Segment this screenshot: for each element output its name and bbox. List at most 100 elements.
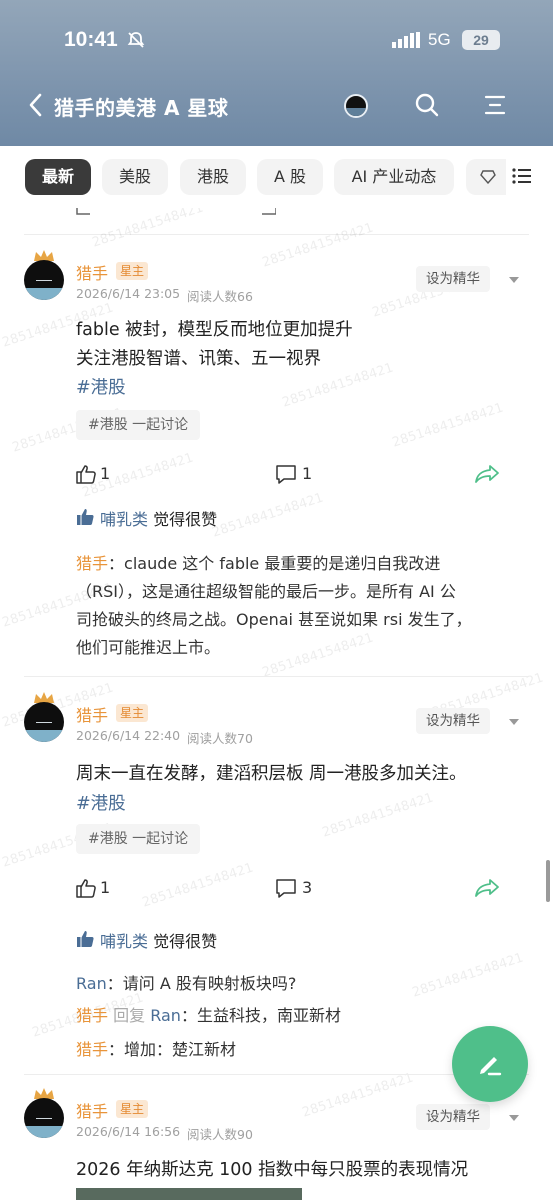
comment-text: claude 这个 fable 最重要的是递归自我改进 — [124, 554, 441, 573]
tab-us-stocks[interactable]: 美股 — [102, 159, 168, 195]
chevron-down-icon[interactable] — [508, 276, 520, 284]
tab-latest[interactable]: 最新 — [25, 159, 91, 195]
comment-text: 生益科技，南亚新材 — [196, 1006, 341, 1025]
comment-text: 请问 A 股有映射板块吗? — [122, 974, 297, 993]
liked-suffix: 觉得很赞 — [153, 510, 218, 529]
topic-chip[interactable]: #港股 一起讨论 — [76, 824, 201, 854]
reply-label: 回复 — [113, 1006, 146, 1025]
signal-icon — [392, 32, 420, 48]
set-featured-button[interactable]: 设为精华 — [416, 1104, 490, 1130]
reply-target[interactable]: Ran — [150, 1006, 181, 1025]
read-count: 阅读人数90 — [187, 1127, 253, 1142]
comment-text-line: 司抢破头的终局之战。Openai 甚至说如果 rsi 发生了， — [76, 610, 472, 629]
post-text-line: 2026 年纳斯达克 100 指数中每只股票的表现情况 — [76, 1160, 469, 1180]
read-count: 阅读人数70 — [187, 731, 253, 746]
tab-hk-stocks[interactable]: 港股 — [180, 159, 246, 195]
liked-by-user[interactable]: 哺乳类 — [100, 510, 148, 529]
post-hashtag[interactable]: #港股 — [76, 374, 126, 399]
author-name[interactable]: 猎手 — [76, 1098, 108, 1122]
author-avatar[interactable] — [24, 260, 64, 300]
comment-line[interactable]: Ran：请问 A 股有映射板块吗? — [76, 970, 296, 994]
network-type: 5G — [428, 30, 451, 49]
read-count: 阅读人数66 — [187, 289, 253, 304]
group-avatar[interactable] — [344, 94, 368, 118]
topic-chip[interactable]: #港股 一起讨论 — [76, 410, 201, 440]
post-hashtag[interactable]: #港股 — [76, 790, 126, 815]
watermark: 28514841548421 — [210, 490, 326, 541]
watermark: 28514841548421 — [410, 950, 526, 1001]
liked-by-row: 哺乳类 觉得很赞 — [100, 506, 217, 530]
comment-count: 1 — [302, 464, 313, 483]
tab-a-shares[interactable]: A 股 — [257, 159, 323, 195]
page-title: 猎手的美港 A 星球 — [54, 96, 229, 120]
comment-author[interactable]: 猎手 — [76, 1006, 108, 1025]
comment-author[interactable]: 猎手 — [76, 1040, 108, 1059]
pencil-icon — [480, 1057, 502, 1076]
share-icon[interactable] — [474, 878, 500, 898]
comment-icon[interactable] — [275, 878, 297, 898]
set-featured-button[interactable]: 设为精华 — [416, 266, 490, 292]
top-bar: 10:41 5G 29 猎手的美港 A 星球 — [0, 0, 553, 146]
comment-sep: ： — [106, 974, 123, 993]
comment-text: 增加：楚江新材 — [124, 1040, 237, 1059]
post-text-line: 周末一直在发酵，建滔积层板 周一港股多加关注。 — [76, 764, 467, 784]
back-arrow-icon[interactable] — [26, 92, 46, 118]
owner-badge: 星主 — [116, 704, 149, 722]
chevron-down-icon[interactable] — [508, 718, 520, 726]
comment-line[interactable]: 猎手：增加：楚江新材 — [76, 1036, 236, 1060]
status-time: 10:41 — [64, 28, 118, 51]
category-tabs: 最新 美股 港股 A 股 AI 产业动态 — [0, 146, 553, 208]
search-icon[interactable] — [414, 92, 440, 118]
watermark: 28514841548421 — [260, 220, 376, 271]
chevron-down-icon[interactable] — [508, 1114, 520, 1122]
watermark: 28514841548421 — [320, 790, 436, 841]
divider — [24, 676, 529, 677]
liked-by-user[interactable]: 哺乳类 — [100, 932, 148, 951]
menu-icon[interactable] — [484, 94, 506, 116]
post-text-line: fable 被封，模型反而地位更加提升 — [76, 320, 353, 340]
liked-suffix: 觉得很赞 — [153, 932, 218, 951]
watermark: 28514841548421 — [140, 860, 256, 911]
comment-author[interactable]: Ran — [76, 974, 107, 993]
post-date: 2026/6/14 23:05 — [76, 286, 181, 301]
post-date: 2026/6/14 22:40 — [76, 728, 181, 743]
share-icon[interactable] — [474, 464, 500, 484]
post-text-line: 关注港股智谱、讯策、五一视界 — [76, 349, 321, 369]
diamond-icon — [480, 170, 496, 184]
set-featured-button[interactable]: 设为精华 — [416, 708, 490, 734]
comment-sep: ： — [108, 1040, 125, 1059]
battery-indicator: 29 — [462, 30, 500, 50]
tab-ai-industry[interactable]: AI 产业动态 — [334, 159, 454, 195]
author-name[interactable]: 猎手 — [76, 702, 108, 726]
comment-author[interactable]: 猎手 — [76, 554, 108, 573]
bell-muted-icon — [127, 32, 145, 48]
thumbs-up-filled-icon — [77, 509, 94, 525]
comment-icon[interactable] — [275, 464, 297, 484]
scrollbar[interactable] — [546, 860, 550, 902]
comment-line[interactable]: 猎手：claude 这个 fable 最重要的是递归自我改进 — [76, 550, 440, 574]
list-menu-icon[interactable] — [512, 167, 532, 185]
comment-sep: ： — [180, 1006, 197, 1025]
author-avatar[interactable] — [24, 702, 64, 742]
tab-more-partial[interactable] — [466, 159, 506, 195]
post-date: 2026/6/14 16:56 — [76, 1124, 181, 1139]
thumbs-up-icon[interactable] — [76, 878, 96, 898]
thumbs-up-icon[interactable] — [76, 464, 96, 484]
like-count: 1 — [100, 878, 111, 897]
watermark: 28514841548421 — [260, 630, 376, 681]
post-image-partial[interactable] — [76, 1188, 302, 1200]
author-avatar[interactable] — [24, 1098, 64, 1138]
watermark: 28514841548421 — [300, 1070, 416, 1121]
watermark: 28514841548421 — [80, 450, 196, 501]
watermark: 28514841548421 — [390, 400, 506, 451]
thumbs-up-filled-icon — [77, 931, 94, 947]
comment-count: 3 — [302, 878, 313, 897]
like-count: 1 — [100, 464, 111, 483]
compose-button[interactable] — [452, 1026, 528, 1102]
comment-sep: ： — [108, 554, 125, 573]
author-name[interactable]: 猎手 — [76, 260, 108, 284]
liked-by-row: 哺乳类 觉得很赞 — [100, 928, 217, 952]
comment-text-line: 他们可能推迟上市。 — [76, 638, 221, 657]
comment-text-line: （RSI），这是通往超级智能的最后一步。是所有 AI 公 — [76, 582, 456, 601]
comment-line[interactable]: 猎手 回复 Ran：生益科技，南亚新材 — [76, 1002, 341, 1026]
